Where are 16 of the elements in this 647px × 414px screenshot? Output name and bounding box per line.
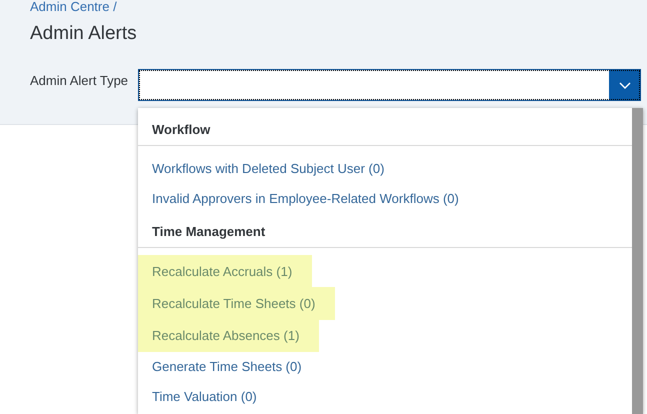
dropdown-button[interactable] (609, 70, 640, 100)
breadcrumb-link[interactable]: Admin Centre / (30, 0, 647, 13)
group-heading: Time Management (138, 225, 632, 248)
group-heading: Workflow (138, 123, 632, 146)
dropdown-option[interactable]: Time Valuation (0) (138, 382, 271, 412)
scrollbar[interactable] (632, 108, 643, 414)
dropdown-option[interactable]: Generate Time Sheets (0) (138, 352, 316, 382)
page-title: Admin Alerts (30, 23, 138, 45)
dropdown-option[interactable]: Recalculate Absences (1) (138, 319, 320, 352)
dropdown-option[interactable]: Workflows with Deleted Subject User (0) (138, 154, 398, 184)
dropdown-option[interactable]: Recalculate Time Sheets (0) (138, 287, 336, 320)
alert-type-combobox[interactable] (138, 69, 641, 101)
dropdown-option[interactable]: Invalid Approvers in Employee-Related Workflows (0) (138, 184, 473, 214)
field-label: Admin Alert Type (30, 72, 130, 88)
dropdown-option[interactable]: Recalculate Accruals (1) (138, 255, 312, 288)
chevron-down-icon (618, 82, 630, 88)
